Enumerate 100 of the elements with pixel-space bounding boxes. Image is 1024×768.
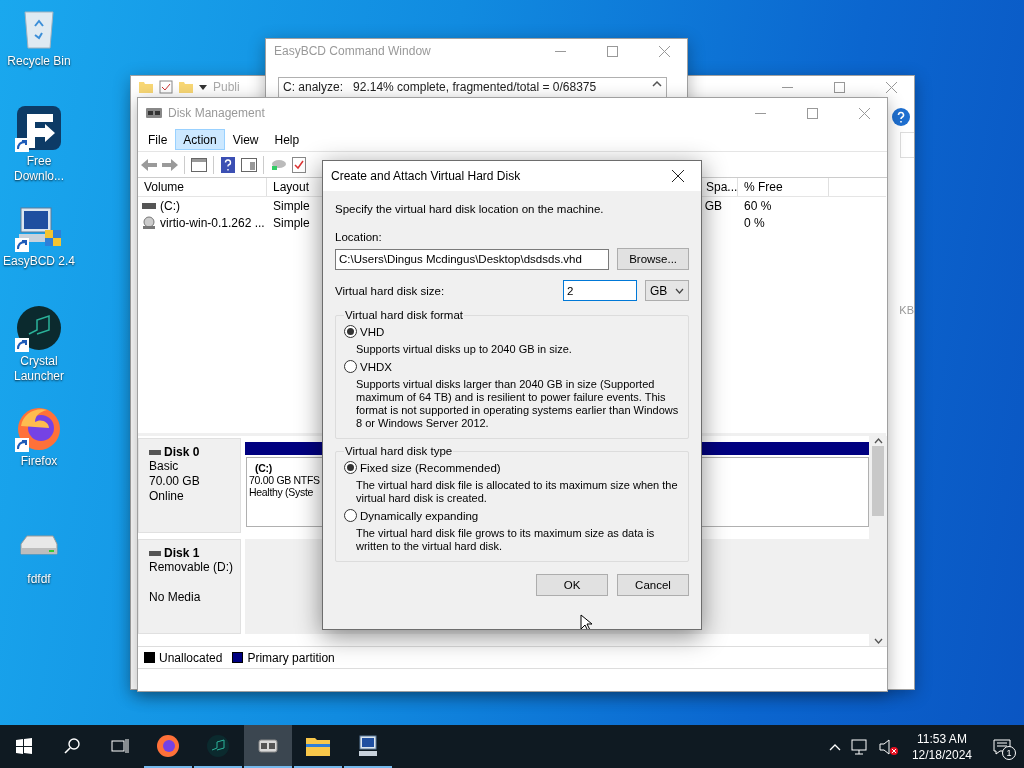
help-button[interactable] — [219, 154, 237, 175]
minimize-icon — [754, 112, 766, 114]
disk-type: Basic — [149, 459, 180, 474]
disk-name: Disk 1 — [149, 546, 240, 560]
disk-size: 70.00 GB — [149, 474, 201, 489]
muted-speaker-icon — [878, 738, 899, 755]
close-icon — [885, 81, 897, 93]
drive-icon — [142, 202, 156, 209]
search-field[interactable] — [900, 132, 914, 158]
close-icon — [658, 45, 670, 57]
windows-logo-icon — [16, 737, 32, 754]
search-icon — [64, 737, 80, 754]
toolbar-text: Publi — [213, 80, 240, 94]
taskbar-app-button[interactable] — [244, 725, 292, 768]
firefox-icon — [156, 733, 180, 758]
table-cell: 60 % — [744, 198, 772, 213]
crystal-icon — [206, 733, 230, 758]
toolbar-button[interactable] — [290, 154, 308, 175]
console-line: C: analyze: 92.14% complete, fragmented/total = 0/68375 — [283, 80, 598, 96]
legend-label: Primary partition — [247, 650, 335, 665]
field-label: Virtual hard disk size: — [335, 284, 446, 297]
panel-icon — [241, 157, 257, 172]
scrollbar[interactable] — [869, 436, 887, 646]
location-field[interactable]: C:\Users\Dingus Mcdingus\Desktop\dsdsds.vhd — [335, 248, 610, 270]
folder-icon — [139, 81, 153, 93]
date-text: 12/18/2024 — [911, 746, 972, 763]
back-arrow-icon — [140, 157, 158, 172]
browse-button[interactable]: Browse... — [617, 248, 689, 270]
forward-arrow-icon — [161, 157, 179, 172]
computer-monitor-icon — [356, 733, 380, 758]
size-field[interactable]: 2 — [563, 280, 637, 301]
folder-icon — [179, 81, 193, 93]
radio-option[interactable]: Dynamically expanding — [344, 509, 680, 522]
table-cell: Simple — [273, 198, 310, 213]
scroll-down-icon — [873, 638, 883, 644]
dialog-title: Create and Attach Virtual Hard Disk — [331, 169, 522, 183]
option-description: Supports virtual disks up to 2040 GB in size. — [355, 343, 573, 356]
notifications-button[interactable]: 1 — [980, 725, 1024, 768]
table-cell: 0 % — [744, 215, 765, 230]
crystal-icon — [15, 304, 63, 352]
scroll-up-icon — [873, 438, 883, 444]
maximize-icon — [606, 45, 618, 57]
checklist-icon — [159, 80, 173, 94]
instruction-text: Specify the virtual hard disk location on the machine. — [335, 203, 605, 215]
window-title: EasyBCD Command Window — [274, 44, 432, 58]
scroll-up-icon[interactable] — [652, 80, 662, 88]
disc-drive-icon — [142, 215, 156, 230]
group-title: Virtual hard disk type — [344, 445, 454, 457]
option-description: Supports virtual disks larger than 2040 GB in size (Supported maximum of 64 TB) and is resilient to power failure events. This format is not supported in operating systems earlier than Windows 8 or Windows Server 2012. — [355, 378, 680, 430]
time-text: 11:53 AM — [917, 730, 967, 747]
table-cell: (C:) — [160, 198, 180, 213]
maximize-icon — [833, 81, 845, 93]
unit-dropdown[interactable]: GB — [645, 280, 689, 301]
table-cell: GB — [704, 198, 722, 213]
app-f-icon — [15, 104, 63, 152]
panel-icon — [191, 157, 207, 172]
chevron-up-icon — [828, 742, 841, 751]
speech-bubble-icon — [270, 157, 286, 172]
notification-count: 1 — [1002, 746, 1016, 760]
legend-label: Unallocated — [159, 650, 223, 665]
mouse-pointer-icon — [580, 614, 592, 629]
column-header[interactable]: Volume — [138, 178, 267, 196]
option-description: The virtual hard disk file grows to its maximum size as data is written to the virtual hard disk. — [355, 527, 656, 553]
radio-option[interactable]: VHD — [344, 325, 680, 338]
menu-item[interactable]: Action — [175, 129, 225, 150]
scrollbar-thumb[interactable] — [872, 446, 884, 516]
dialog-button[interactable]: OK — [536, 574, 608, 596]
radio-option[interactable]: VHDX — [344, 360, 680, 373]
close-icon — [672, 170, 684, 182]
disk-type: Removable (D:) — [149, 560, 235, 575]
help-icon — [221, 156, 235, 173]
menu-item[interactable]: File — [140, 129, 176, 150]
radio-option[interactable]: Fixed size (Recommended) — [344, 461, 680, 474]
help-icon[interactable] — [891, 108, 910, 126]
chevron-down-icon — [675, 287, 684, 294]
disk-status: No Media — [149, 590, 202, 605]
minimize-icon — [781, 86, 793, 88]
menu-item[interactable]: View — [224, 129, 267, 150]
disk-name: Disk 0 — [149, 445, 240, 459]
field-label: Location: — [335, 231, 383, 243]
table-cell: Simple — [273, 215, 310, 230]
dropdown-icon — [199, 83, 207, 91]
minimize-icon — [554, 50, 566, 52]
network-icon — [850, 738, 869, 755]
task-view-icon — [111, 737, 129, 754]
checklist-icon — [292, 156, 306, 173]
message-icon — [993, 738, 1011, 755]
close-icon — [858, 107, 870, 119]
disk-drive-icon — [146, 106, 162, 120]
menu-item[interactable]: Help — [266, 129, 308, 150]
window-title: Disk Management — [168, 106, 266, 120]
table-cell: virtio-win-0.1.262 ... — [160, 215, 265, 230]
column-header[interactable]: % Free — [738, 178, 829, 196]
group-title: Virtual hard disk format — [344, 309, 465, 321]
disk-status: Online — [149, 489, 185, 504]
clock[interactable]: 11:53 AM 12/18/2024 — [903, 725, 980, 768]
option-description: The virtual hard disk file is allocated to its maximum size when the virtual hard disk is created. — [355, 479, 679, 505]
dialog-button[interactable]: Cancel — [617, 574, 689, 596]
maximize-icon — [806, 107, 818, 119]
size-text: KB — [899, 304, 914, 316]
